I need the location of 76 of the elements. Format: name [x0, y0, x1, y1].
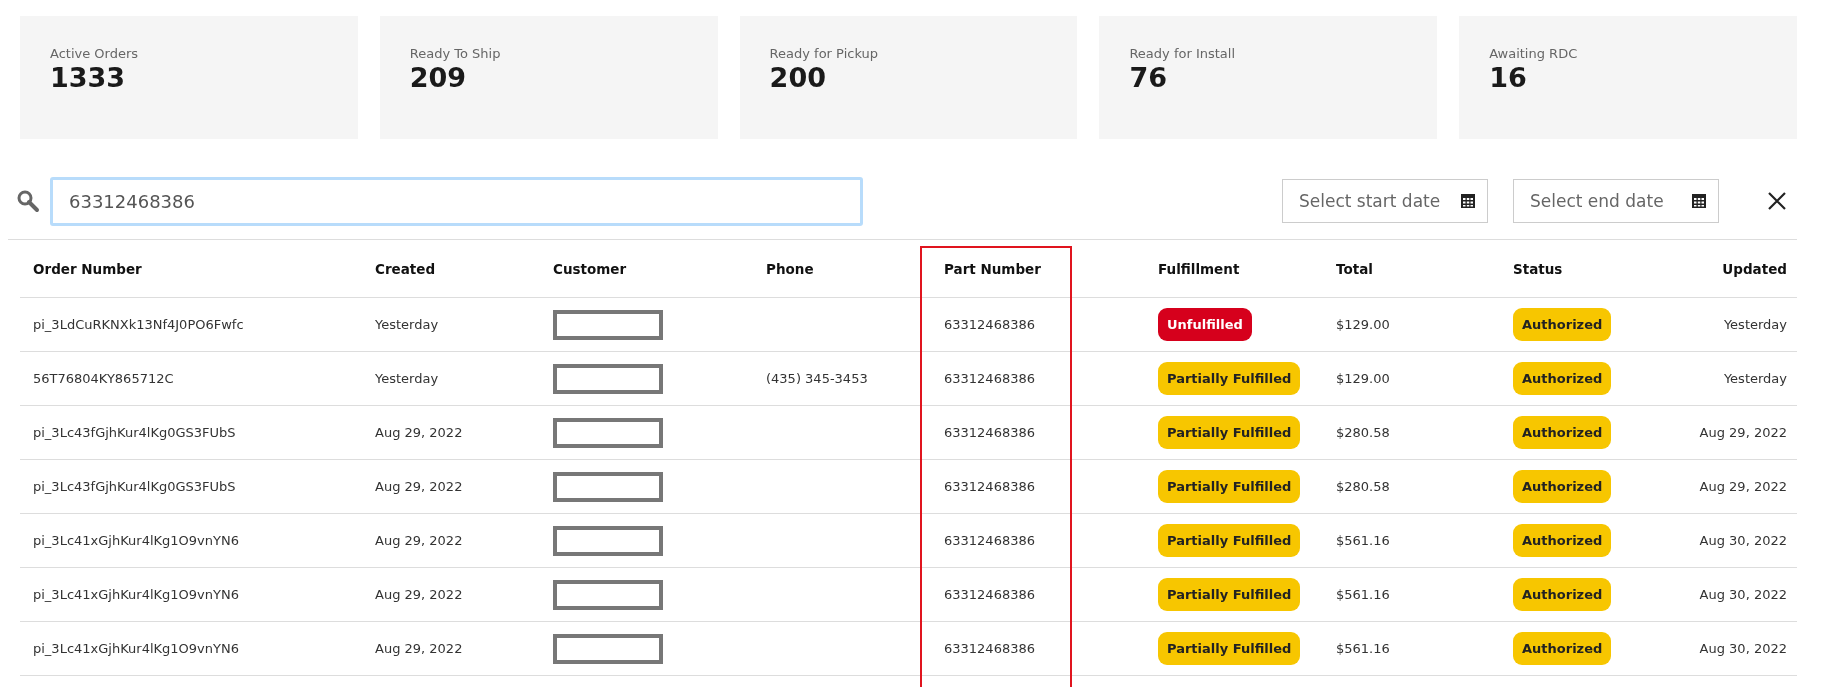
- table-cell: $561.16: [1336, 587, 1390, 602]
- stat-value: 200: [769, 62, 827, 93]
- table-cell: 63312468386: [944, 371, 1035, 386]
- date-field[interactable]: Select end date: [1513, 179, 1719, 223]
- table-cell: Aug 29, 2022: [1699, 425, 1787, 440]
- table-cell: Yesterday: [375, 371, 439, 386]
- table-cell: 56T76804KY865712C: [33, 371, 174, 386]
- table-cell: Aug 29, 2022: [1699, 479, 1787, 494]
- table-cell: Yesterday: [1723, 371, 1787, 386]
- status-badge: Authorized: [1513, 308, 1612, 341]
- table-cell: $129.00: [1336, 317, 1390, 332]
- status-badge: Authorized: [1513, 578, 1612, 611]
- table-cell: 63312468386: [944, 317, 1035, 332]
- status-badge: Authorized: [1513, 632, 1612, 665]
- table-cell: Yesterday: [1723, 317, 1787, 332]
- status-badge: Authorized: [1513, 524, 1612, 557]
- table-cell: pi_3Lc43fGjhKur4lKg0GS3FUbS: [33, 425, 236, 440]
- table-cell: Aug 30, 2022: [1699, 641, 1787, 656]
- table-cell: Aug 30, 2022: [1699, 533, 1787, 548]
- column-header[interactable]: Updated: [1722, 260, 1787, 277]
- status-badge: Authorized: [1513, 362, 1612, 395]
- fulfillment-badge: Partially Fulfilled: [1158, 524, 1301, 557]
- table-cell: pi_3Lc41xGjhKur4lKg1O9vnYN6: [33, 641, 239, 656]
- table-cell: Aug 29, 2022: [375, 425, 463, 440]
- table-cell: Aug 30, 2022: [1699, 587, 1787, 602]
- column-header[interactable]: Fulfillment: [1158, 260, 1240, 277]
- table-cell: $280.58: [1336, 479, 1390, 494]
- stat-value: 209: [409, 62, 468, 93]
- table-cell: 63312468386: [944, 533, 1035, 548]
- table-cell: 63312468386: [944, 641, 1035, 656]
- table-cell: 63312468386: [944, 587, 1035, 602]
- column-header[interactable]: Order Number: [33, 260, 142, 277]
- calendar-icon[interactable]: [1460, 193, 1476, 209]
- column-header[interactable]: Customer: [553, 260, 627, 277]
- status-badge: Authorized: [1513, 416, 1612, 449]
- table-cell: $129.00: [1336, 371, 1390, 386]
- table-cell: Aug 29, 2022: [375, 533, 463, 548]
- fulfillment-badge: Partially Fulfilled: [1158, 362, 1301, 395]
- table-cell: Aug 29, 2022: [375, 641, 463, 656]
- fulfillment-badge: Partially Fulfilled: [1158, 470, 1301, 503]
- table-cell: Yesterday: [375, 317, 439, 332]
- table-cell: Aug 29, 2022: [375, 479, 463, 494]
- table-cell: pi_3Lc41xGjhKur4lKg1O9vnYN6: [33, 587, 239, 602]
- column-header[interactable]: Total: [1336, 260, 1373, 277]
- table-cell: (435) 345-3453: [766, 371, 868, 386]
- table-cell: 63312468386: [944, 479, 1035, 494]
- fulfillment-badge: Partially Fulfilled: [1158, 416, 1301, 449]
- stat-label: Awaiting RDC: [1489, 46, 1579, 61]
- stat-label: Active Orders: [50, 46, 140, 61]
- search-field[interactable]: 63312468386: [50, 176, 863, 226]
- table-cell: pi_3Lc41xGjhKur4lKg1O9vnYN6: [33, 533, 239, 548]
- fulfillment-badge: Unfulfilled: [1158, 308, 1252, 341]
- column-header[interactable]: Phone: [766, 260, 814, 277]
- stat-value: 76: [1129, 62, 1168, 93]
- table-cell: $280.58: [1336, 425, 1390, 440]
- column-header[interactable]: Created: [375, 260, 436, 277]
- stat-label: Ready To Ship: [409, 46, 502, 61]
- fulfillment-badge: Partially Fulfilled: [1158, 578, 1301, 611]
- close-icon[interactable]: [1767, 191, 1787, 211]
- column-header[interactable]: Status: [1513, 260, 1563, 277]
- column-header[interactable]: Part Number: [944, 260, 1041, 277]
- table-cell: pi_3Lc43fGjhKur4lKg0GS3FUbS: [33, 479, 236, 494]
- fulfillment-badge: Partially Fulfilled: [1158, 632, 1301, 665]
- stat-label: Ready for Install: [1129, 46, 1237, 61]
- stat-label: Ready for Pickup: [769, 46, 880, 61]
- stat-value: 1333: [50, 62, 127, 93]
- table-cell: $561.16: [1336, 533, 1390, 548]
- table-cell: $561.16: [1336, 641, 1390, 656]
- stat-value: 16: [1489, 62, 1528, 93]
- search-icon: [16, 189, 40, 213]
- table-cell: 63312468386: [944, 425, 1035, 440]
- table-cell: Aug 29, 2022: [375, 587, 463, 602]
- table-cell: pi_3LdCuRKNXk13Nf4J0PO6Fwfc: [33, 317, 244, 332]
- status-badge: Authorized: [1513, 470, 1612, 503]
- calendar-icon[interactable]: [1691, 193, 1707, 209]
- date-field[interactable]: Select start date: [1282, 179, 1488, 223]
